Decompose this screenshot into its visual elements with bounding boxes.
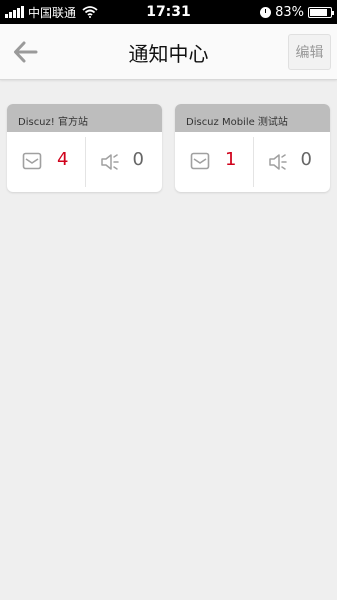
site-card[interactable]: Discuz! 官方站 4 0 — [7, 104, 162, 192]
page-title: 通知中心 — [128, 42, 209, 66]
speaker-icon — [268, 154, 287, 170]
battery-fill — [310, 8, 327, 16]
envelope-icon — [22, 152, 42, 170]
messages-cell[interactable]: 1 — [175, 132, 253, 192]
notice-count: 0 — [300, 149, 312, 170]
status-right: 83% — [260, 0, 334, 24]
site-card-body: 4 0 — [7, 132, 162, 192]
site-card-body: 1 0 — [175, 132, 330, 192]
site-name: Discuz! 官方站 — [7, 104, 162, 132]
notices-cell[interactable]: 0 — [85, 132, 163, 192]
notice-count: 0 — [132, 149, 144, 170]
message-count: 1 — [225, 149, 237, 170]
nav-bar: 通知中心 编辑 — [0, 24, 337, 80]
message-count: 4 — [57, 149, 69, 170]
site-card[interactable]: Discuz Mobile 测试站 1 0 — [175, 104, 330, 192]
rotation-lock-icon — [260, 6, 272, 18]
envelope-icon — [190, 152, 210, 170]
speaker-icon — [100, 154, 119, 170]
status-bar: 中国联通 17:31 83% — [0, 0, 337, 24]
notices-cell[interactable]: 0 — [253, 132, 331, 192]
site-name: Discuz Mobile 测试站 — [175, 104, 330, 132]
battery-percent: 83% — [275, 4, 304, 20]
messages-cell[interactable]: 4 — [7, 132, 85, 192]
edit-button[interactable]: 编辑 — [288, 34, 331, 70]
battery-icon — [308, 6, 334, 18]
